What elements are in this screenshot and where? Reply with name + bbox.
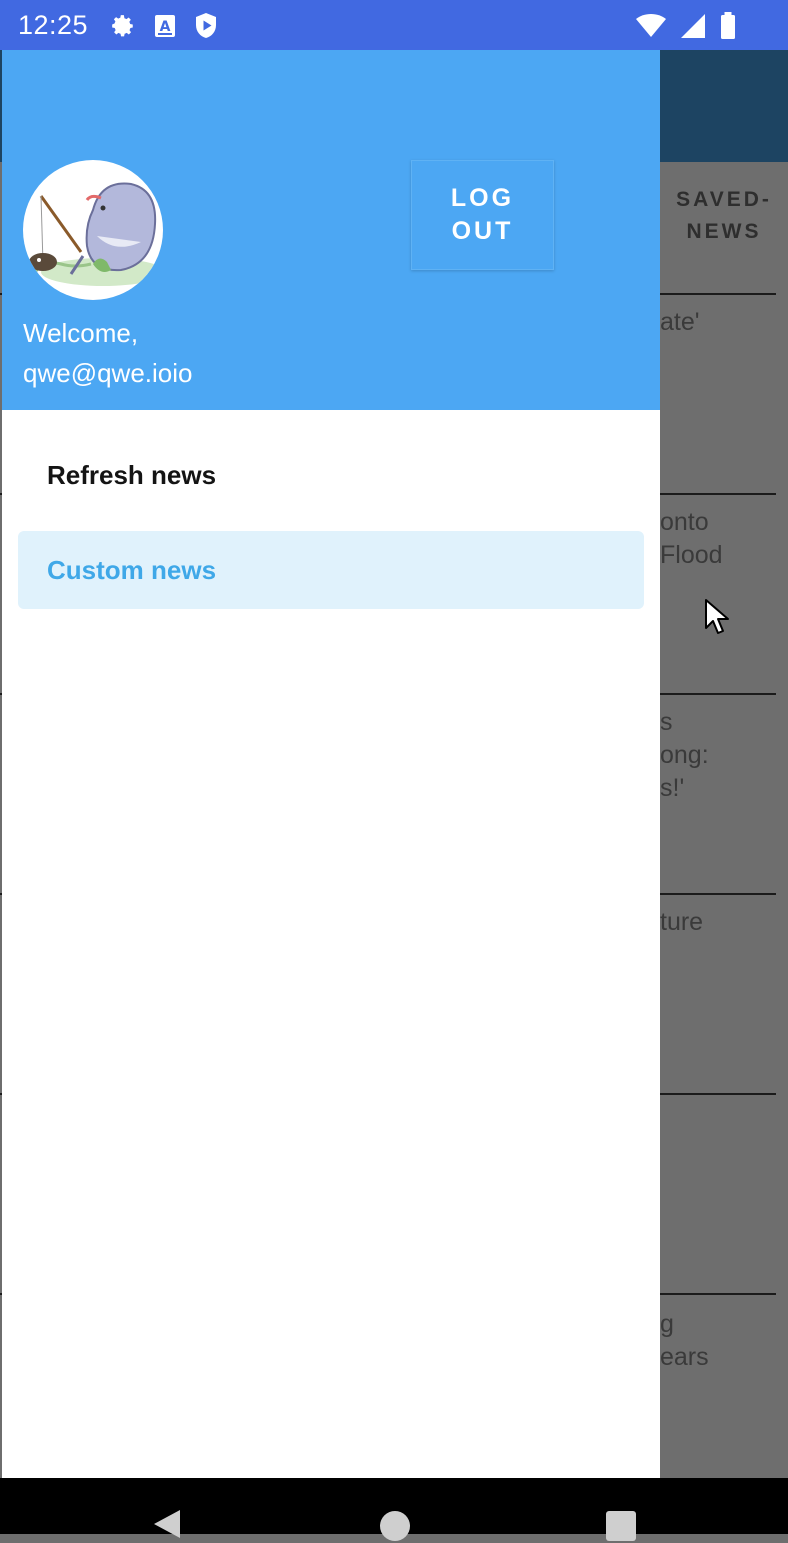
- drawer-header: Welcome, qwe@qwe.ioio LOG OUT: [2, 50, 660, 410]
- status-time: 12:25: [18, 10, 89, 40]
- system-nav-bar: [0, 1478, 788, 1541]
- news-snippet: ture: [660, 908, 704, 936]
- cell-signal-icon: [680, 13, 706, 44]
- status-icons-left: A: [110, 12, 218, 45]
- menu-item-refresh-news[interactable]: Refresh news: [18, 436, 644, 514]
- navigation-drawer: Welcome, qwe@qwe.ioio LOG OUT Refresh ne…: [2, 50, 660, 1478]
- status-bar: 12:25 A: [0, 0, 788, 50]
- shark-fishing-icon: [29, 182, 163, 286]
- user-email: qwe@qwe.ioio: [23, 358, 193, 388]
- home-icon[interactable]: [380, 1511, 410, 1541]
- welcome-line: Welcome,: [23, 318, 139, 348]
- avatar: [23, 160, 163, 300]
- battery-icon: [720, 12, 736, 45]
- news-snippet: s ong: s!': [660, 708, 709, 802]
- shield-play-icon: [194, 12, 218, 45]
- welcome-text: Welcome, qwe@qwe.ioio: [23, 313, 192, 393]
- logout-button[interactable]: LOG OUT: [411, 160, 554, 270]
- svg-text:A: A: [160, 19, 171, 35]
- menu-item-custom-news[interactable]: Custom news: [18, 531, 644, 609]
- menu-item-label: Refresh news: [47, 459, 217, 490]
- news-snippet: g ears: [660, 1310, 709, 1371]
- wifi-icon: [636, 14, 666, 43]
- menu-item-label: Custom news: [47, 554, 217, 585]
- news-snippet: onto Flood: [660, 508, 723, 569]
- mouse-cursor-icon: [704, 598, 730, 641]
- tab-saved-news: SAVED- NEWS: [676, 188, 772, 243]
- back-icon[interactable]: [152, 1508, 182, 1543]
- news-snippet: ate': [660, 308, 700, 336]
- gear-icon: [110, 13, 136, 44]
- recents-icon[interactable]: [606, 1511, 636, 1541]
- logout-label: LOG OUT: [450, 184, 515, 245]
- status-icons-right: [636, 12, 736, 45]
- a-keyboard-icon: A: [154, 14, 176, 43]
